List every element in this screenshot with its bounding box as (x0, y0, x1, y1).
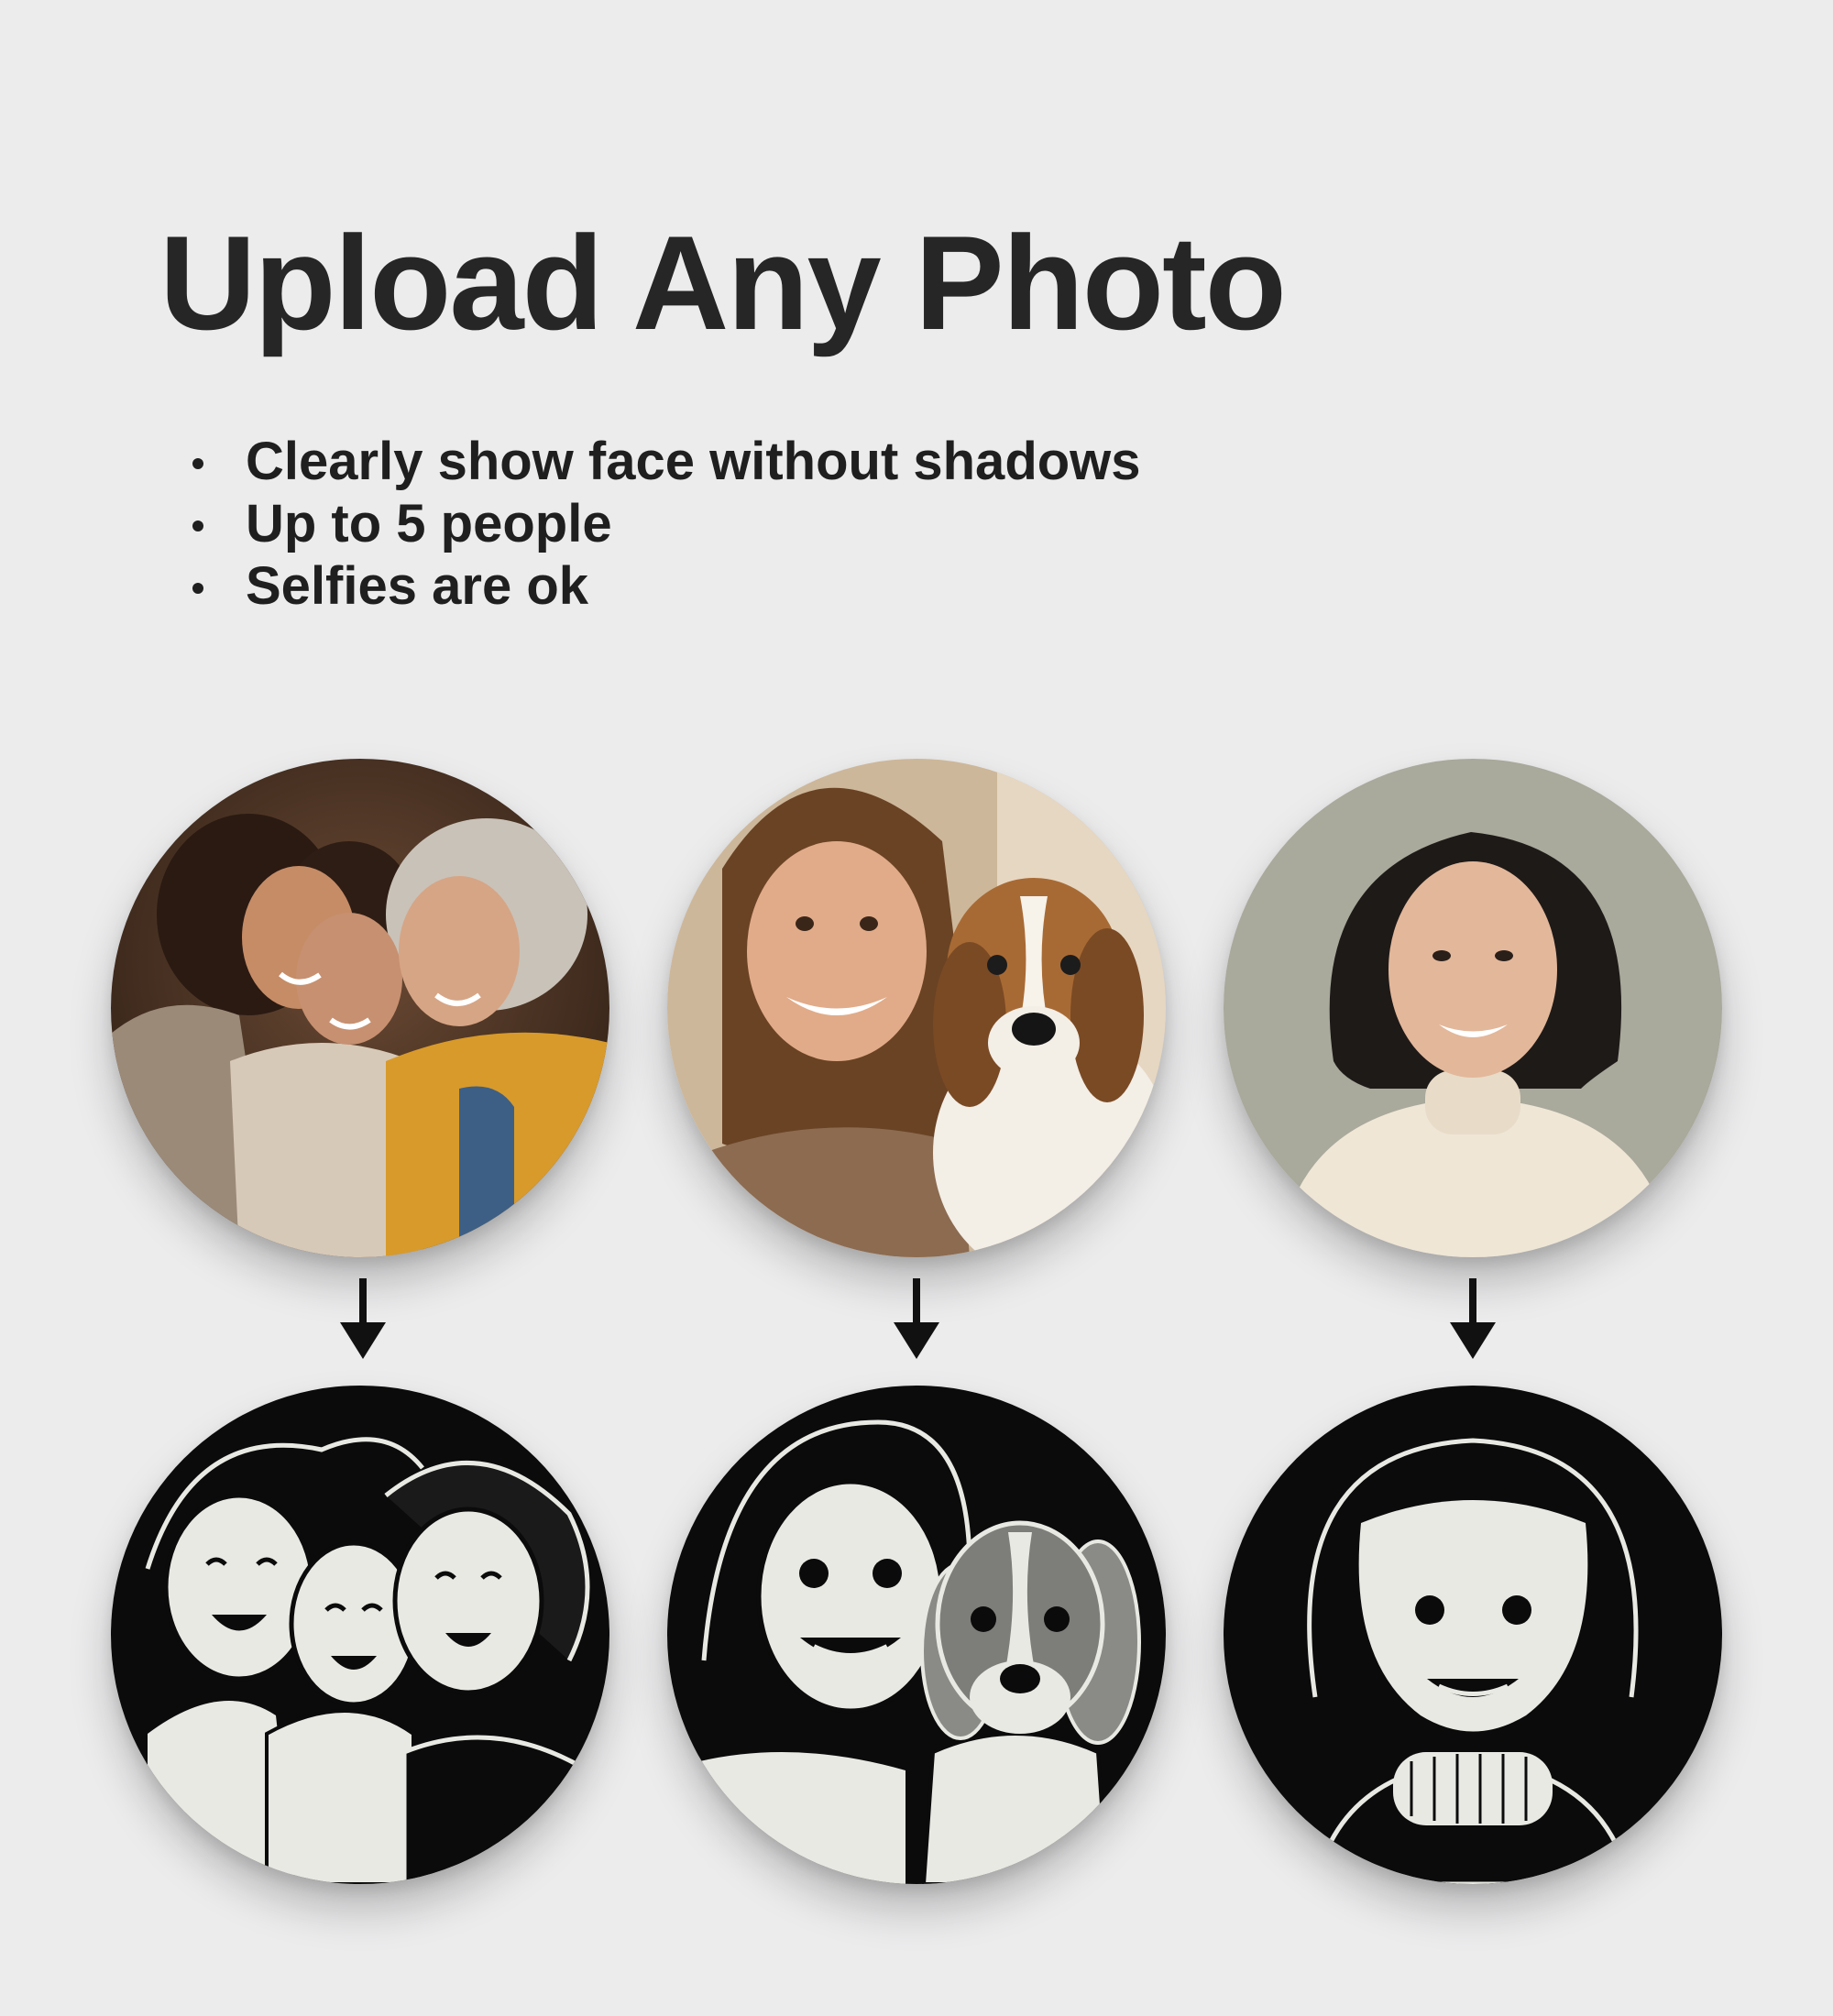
example-result-portrait (1224, 1386, 1722, 1884)
down-arrow-icon (340, 1278, 386, 1359)
down-arrow-icon (1450, 1278, 1496, 1359)
tip-item: Clearly show face without shadows (192, 431, 1141, 493)
family-three-women-illustration-icon (111, 1386, 609, 1884)
tips-list: Clearly show face without shadows Up to … (192, 431, 1141, 618)
example-result-dog (667, 1386, 1166, 1884)
page-title: Upload Any Photo (159, 208, 1287, 357)
family-three-women-photo-icon (111, 759, 609, 1257)
down-arrow-icon (894, 1278, 939, 1359)
example-photo-portrait (1224, 759, 1722, 1257)
example-photo-dog (667, 759, 1166, 1257)
tip-item: Selfies are ok (192, 555, 1141, 618)
woman-with-beagle-illustration-icon (667, 1386, 1166, 1884)
woman-portrait-illustration-icon (1224, 1386, 1722, 1884)
example-photo-family (111, 759, 609, 1257)
tip-item: Up to 5 people (192, 493, 1141, 555)
example-result-family (111, 1386, 609, 1884)
woman-portrait-photo-icon (1224, 759, 1722, 1257)
woman-with-beagle-photo-icon (667, 759, 1166, 1257)
